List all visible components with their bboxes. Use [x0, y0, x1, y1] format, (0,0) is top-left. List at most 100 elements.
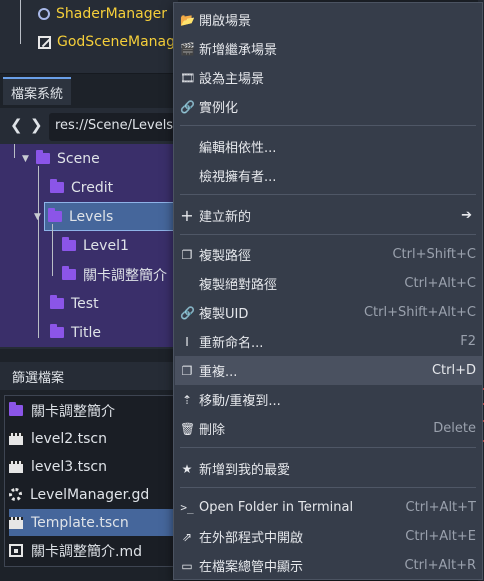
folder-label: Scene: [57, 150, 100, 167]
menu-label: 複製絕對路徑: [199, 278, 278, 293]
folder-item-level-notes[interactable]: 關卡調整簡介: [62, 261, 167, 288]
menu-copy-absolute-path[interactable]: 複製絕對路徑 Ctrl+Alt+C: [175, 269, 482, 298]
menu-open-in-external-program[interactable]: ⇗ 在外部程式中開啟 Ctrl+Alt+E: [175, 522, 482, 551]
menu-shortcut: Ctrl+Alt+E: [405, 529, 476, 544]
menu-edit-dependencies[interactable]: 編輯相依性...: [175, 132, 482, 161]
menu-separator: [180, 487, 476, 488]
menu-separator: [180, 447, 476, 448]
menu-label: 實例化: [199, 101, 239, 116]
chevron-down-icon[interactable]: ▼: [34, 212, 44, 222]
menu-label: 建立新的: [199, 210, 252, 225]
menu-delete[interactable]: 🗑 刪除 Delete: [175, 414, 482, 443]
menu-label: Open Folder in Terminal: [199, 500, 354, 515]
tab-filesystem[interactable]: 檔案系統: [3, 77, 72, 105]
menu-separator: [180, 234, 476, 235]
link-icon: 🔗: [180, 305, 195, 320]
folder-label: Title: [71, 324, 102, 341]
menu-shortcut: F2: [460, 334, 476, 349]
menu-shortcut: Delete: [433, 421, 476, 436]
file-label: Template.tscn: [31, 514, 129, 531]
file-item[interactable]: 關卡調整簡介: [9, 397, 177, 424]
file-label: level3.tscn: [31, 458, 108, 475]
new-scene-icon: 🎬: [180, 41, 195, 56]
back-button[interactable]: ❮: [10, 116, 23, 134]
folder-icon: [62, 266, 76, 280]
menu-label: 新增到我的最愛: [199, 463, 291, 478]
menu-copy-path[interactable]: ❐ 複製路徑 Ctrl+Shift+C: [175, 240, 482, 269]
menu-label: 複製路徑: [199, 249, 252, 264]
scene-tree-panel: ShaderManager GodSceneManag: [0, 0, 178, 74]
arrow-right-icon: ➔: [461, 208, 472, 223]
folder-label: Levels: [69, 208, 114, 225]
menu-shortcut: Ctrl+Alt+C: [404, 276, 476, 291]
menu-view-owners[interactable]: 檢視擁有者...: [175, 161, 482, 190]
menu-new-inherited-scene[interactable]: 🎬 新增繼承場景: [175, 34, 482, 63]
menu-create-new[interactable]: + 建立新的 ➔: [175, 201, 482, 230]
folder-icon: [50, 295, 64, 309]
menu-open-in-terminal[interactable]: >_ Open Folder in Terminal Ctrl+Alt+T: [175, 493, 482, 522]
menu-label: 編輯相依性...: [199, 141, 277, 156]
file-item[interactable]: level2.tscn: [9, 425, 177, 452]
menu-rename[interactable]: I 重新命名... F2: [175, 327, 482, 356]
folder-icon: [50, 324, 64, 338]
terminal-icon: >_: [180, 501, 194, 514]
scene-node-shader-manager[interactable]: ShaderManager: [0, 0, 178, 28]
chevron-down-icon[interactable]: ▼: [22, 154, 32, 164]
folder-label: 關卡調整簡介: [83, 267, 167, 284]
menu-shortcut: Ctrl+Shift+C: [392, 247, 476, 262]
folder-item-level1[interactable]: Level1: [62, 232, 129, 259]
file-item[interactable]: 關卡調整簡介.md: [9, 537, 177, 564]
file-label: 關卡調整簡介: [31, 403, 115, 420]
trash-icon: 🗑: [180, 421, 196, 436]
link-icon: 🔗: [180, 99, 195, 114]
rename-cursor-icon: I: [185, 334, 189, 349]
menu-shortcut: Ctrl+D: [431, 363, 476, 378]
folder-label: Credit: [71, 179, 114, 196]
menu-add-to-favorites[interactable]: ★ 新增到我的最愛: [175, 454, 482, 483]
folder-item-credit[interactable]: Credit: [50, 174, 113, 201]
forward-button[interactable]: ❯: [30, 116, 43, 134]
file-label: level2.tscn: [31, 430, 108, 447]
menu-show-in-file-manager[interactable]: ▭ 在檔案總管中顯示 Ctrl+Alt+R: [175, 551, 482, 580]
folder-item-title[interactable]: Title: [50, 319, 101, 346]
file-manager-icon: ▭: [181, 558, 193, 573]
folder-item-levels[interactable]: ▼ Levels: [34, 203, 113, 230]
filter-files-header: 篩選檔案: [0, 362, 178, 390]
menu-shortcut: Ctrl+Alt+R: [404, 558, 476, 573]
menu-move-duplicate-to[interactable]: ⇡ 移動/重複到...: [175, 385, 482, 414]
menu-duplicate[interactable]: ❐ 重複... Ctrl+D: [175, 356, 482, 385]
menu-separator: [180, 125, 476, 126]
menu-instantiate[interactable]: 🔗 實例化: [175, 92, 482, 121]
folder-icon: [48, 208, 62, 222]
circle-node-icon: [38, 8, 50, 20]
path-field[interactable]: res://Scene/Levels: [49, 113, 189, 141]
file-item[interactable]: LevelManager.gd: [9, 481, 177, 508]
menu-label: 複製UID: [199, 307, 249, 322]
tree-guide-line: [14, 144, 15, 158]
context-menu: 📂 開啟場景 🎬 新增繼承場景 🎞 設為主場景 🔗 實例化 編輯相依性... 檢…: [173, 2, 483, 580]
folder-icon: [50, 179, 64, 193]
menu-open-scene[interactable]: 📂 開啟場景: [175, 5, 482, 34]
file-item[interactable]: level3.tscn: [9, 453, 177, 480]
folder-item-scene[interactable]: ▼ Scene: [22, 145, 100, 172]
script-node-icon: [38, 35, 51, 49]
menu-label: 刪除: [199, 423, 226, 438]
folder-label: Test: [71, 295, 99, 312]
scene-node-god-scene-manager[interactable]: GodSceneManag: [0, 28, 178, 56]
file-label: LevelManager.gd: [30, 486, 150, 503]
folder-label: Level1: [83, 237, 129, 254]
folder-item-test[interactable]: Test: [50, 290, 99, 317]
menu-label: 開啟場景: [199, 14, 252, 29]
scene-node-label: ShaderManager: [56, 6, 167, 22]
menu-label: 重新命名...: [199, 336, 264, 351]
menu-copy-uid[interactable]: 🔗 複製UID Ctrl+Shift+Alt+C: [175, 298, 482, 327]
file-item-selected[interactable]: Template.tscn: [9, 509, 177, 536]
main-scene-icon: 🎞: [180, 70, 196, 85]
plus-icon: +: [180, 206, 194, 225]
filesystem-nav-bar: ❮ ❯ res://Scene/Levels: [0, 108, 189, 144]
star-icon: ★: [181, 461, 193, 476]
menu-set-main-scene[interactable]: 🎞 設為主場景: [175, 63, 482, 92]
scene-file-icon: [9, 432, 23, 445]
file-label: 關卡調整簡介.md: [31, 543, 142, 560]
menu-label: 設為主場景: [199, 72, 265, 87]
